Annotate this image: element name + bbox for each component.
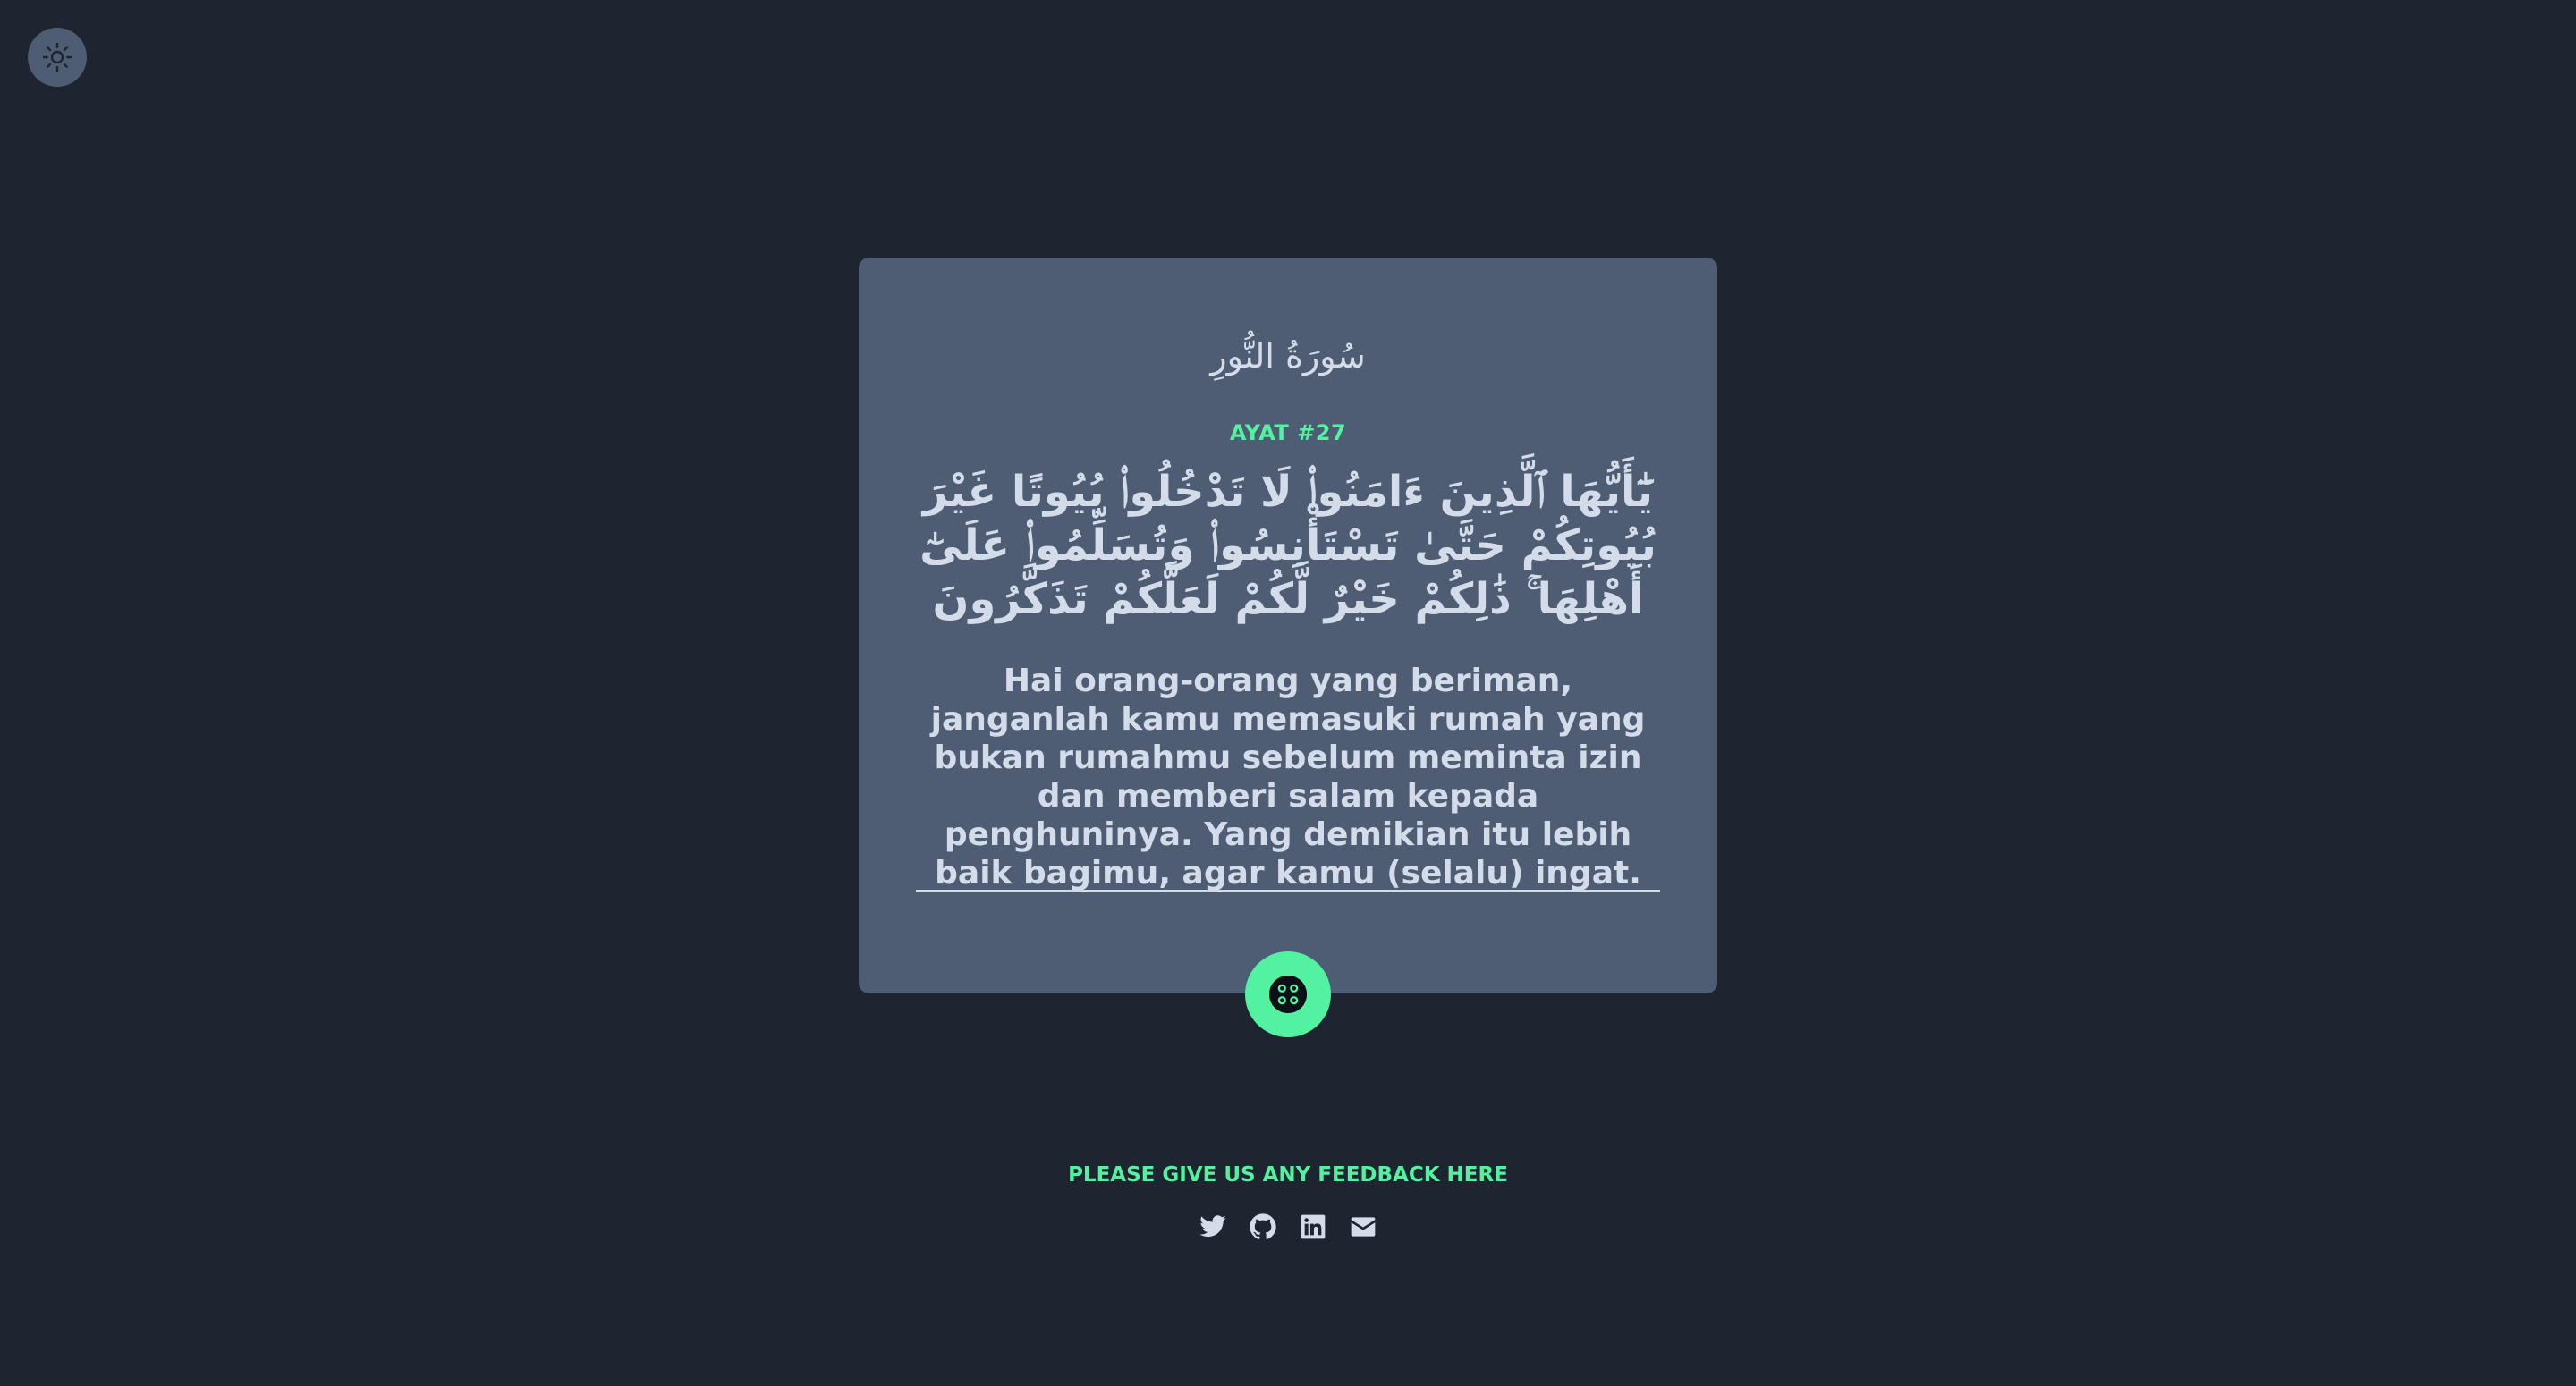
github-icon: [1250, 1213, 1276, 1239]
twitter-icon: [1199, 1215, 1226, 1238]
ayat-number: AYAT #27: [1229, 420, 1347, 445]
surah-name: سُورَةُ النُّورِ: [1210, 336, 1366, 376]
linkedin-icon: [1301, 1214, 1326, 1239]
verse-translation: Hai orang-orang yang beriman, janganlah …: [930, 663, 1646, 892]
github-link[interactable]: [1248, 1212, 1278, 1242]
email-icon: [1351, 1217, 1376, 1237]
sun-icon: [42, 42, 72, 72]
verse-card: سُورَةُ النُّورِ AYAT #27 يَٰٓأَيُّهَا ٱ…: [859, 258, 1717, 993]
twitter-link[interactable]: [1198, 1212, 1228, 1242]
social-links: [0, 1212, 2576, 1242]
arabic-verse: يَٰٓأَيُّهَا ٱلَّذِينَ ءَامَنُوا۟ لَا تَ…: [919, 467, 1657, 624]
random-verse-button[interactable]: [1245, 951, 1331, 1037]
feedback-text: PLEASE GIVE US ANY FEEDBACK HERE: [1068, 1163, 1508, 1187]
dice-icon: [1268, 975, 1308, 1014]
divider: [916, 890, 1660, 892]
linkedin-link[interactable]: [1298, 1212, 1328, 1242]
page: سُورَةُ النُّورِ AYAT #27 يَٰٓأَيُّهَا ٱ…: [0, 0, 2576, 1386]
theme-toggle-button[interactable]: [28, 28, 87, 87]
email-link[interactable]: [1348, 1212, 1378, 1242]
